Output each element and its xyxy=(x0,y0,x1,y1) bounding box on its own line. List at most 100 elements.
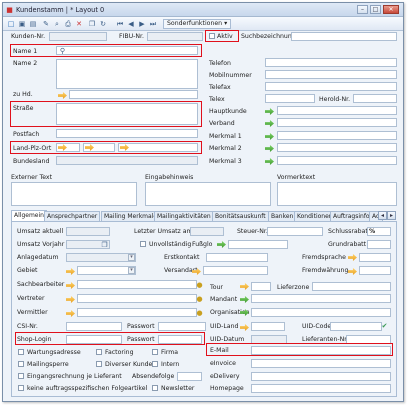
gebiet-dropdown[interactable]: ▾ xyxy=(128,267,135,274)
telex-field[interactable] xyxy=(265,94,315,103)
maximize-button[interactable]: □ xyxy=(370,5,381,14)
factoring-checkbox[interactable] xyxy=(96,349,102,355)
mandant-field[interactable] xyxy=(251,294,391,303)
uid-land-field[interactable] xyxy=(251,322,285,331)
kunden-nr-field[interactable] xyxy=(49,32,107,41)
verband-arrow-icon[interactable] xyxy=(265,120,274,127)
suchbezeichnung-field[interactable] xyxy=(291,32,397,41)
lieferzone-field[interactable] xyxy=(312,282,391,291)
diverser-kunde-checkbox[interactable] xyxy=(96,361,102,367)
mailingsperre-checkbox[interactable] xyxy=(18,361,24,367)
fussglo-arrow-icon[interactable] xyxy=(217,241,226,248)
refresh-icon[interactable]: ↻ xyxy=(98,19,108,29)
uid-code-field[interactable] xyxy=(330,322,382,331)
sachbearbeiter-field[interactable] xyxy=(77,280,197,289)
tab-scroll-left[interactable]: ◂ xyxy=(378,211,387,220)
lock-icon[interactable]: ● xyxy=(195,309,204,317)
close-button[interactable]: ✕ xyxy=(383,5,399,14)
vertreter-field[interactable] xyxy=(77,294,197,303)
tab-auftragsinfo[interactable]: Auftragsinfo xyxy=(330,211,373,221)
sachbearbeiter-arrow-icon[interactable] xyxy=(66,282,75,289)
fussglo-field[interactable] xyxy=(228,240,288,249)
bundesland-field[interactable] xyxy=(56,156,198,165)
vermittler-field[interactable] xyxy=(77,308,197,317)
tab-bonitaetsauskunft[interactable]: Bonitätsauskunft xyxy=(212,211,269,221)
telefax-field[interactable] xyxy=(265,82,397,91)
externer-text-area[interactable] xyxy=(11,182,137,206)
uid-land-arrow-icon[interactable] xyxy=(240,324,249,331)
versandart-field[interactable] xyxy=(203,266,268,275)
merkmal3-field[interactable] xyxy=(277,156,397,165)
tab-mailingaktivitaeten[interactable]: Mailingaktivitäten xyxy=(154,211,214,221)
merkmal2-arrow-icon[interactable] xyxy=(265,145,274,152)
eingabehinweis-area[interactable] xyxy=(145,182,271,206)
last-record-icon[interactable]: ⏭ xyxy=(148,19,158,29)
absendefolge-field[interactable] xyxy=(177,372,202,381)
einvoice-field[interactable] xyxy=(251,359,391,368)
fremdwaehrung-field[interactable] xyxy=(359,266,391,275)
merkmal1-arrow-icon[interactable] xyxy=(265,133,274,140)
lock-icon[interactable]: ● xyxy=(195,295,204,303)
prev-record-icon[interactable]: ◀ xyxy=(126,19,136,29)
zuhd-field[interactable] xyxy=(69,90,198,99)
vertreter-arrow-icon[interactable] xyxy=(66,296,75,303)
tab-ansprechpartner[interactable]: Ansprechpartner xyxy=(44,211,101,221)
special-functions-button[interactable]: Sonderfunktionen ▾ xyxy=(163,19,232,29)
edit-icon[interactable]: ✎ xyxy=(41,19,51,29)
edelivery-field[interactable] xyxy=(251,372,391,381)
newsletter-checkbox[interactable] xyxy=(152,385,158,391)
vormerktext-area[interactable] xyxy=(277,182,397,206)
anlagedatum-dropdown[interactable]: ▾ xyxy=(128,254,135,261)
hauptkunde-arrow-icon[interactable] xyxy=(265,108,274,115)
postfach-field[interactable] xyxy=(56,129,198,138)
search-icon[interactable]: ⌕ xyxy=(52,19,62,29)
herold-field[interactable] xyxy=(353,94,397,103)
fremdsprache-arrow-icon[interactable] xyxy=(348,254,357,261)
firma-checkbox[interactable] xyxy=(152,349,158,355)
eingangsrechnung-checkbox[interactable] xyxy=(18,373,24,379)
steuer-nr-field[interactable] xyxy=(267,227,323,236)
delete-icon[interactable]: ✕ xyxy=(74,19,84,29)
merkmal3-arrow-icon[interactable] xyxy=(265,158,274,165)
merkmal2-field[interactable] xyxy=(277,143,397,152)
copy-icon[interactable]: ❐ xyxy=(87,19,97,29)
telefon-field[interactable] xyxy=(265,58,397,67)
erstkontakt-field[interactable] xyxy=(206,253,268,262)
zuhd-arrow-icon[interactable] xyxy=(58,92,67,99)
first-record-icon[interactable]: ⏮ xyxy=(115,19,125,29)
tab-allgemein[interactable]: Allgemein xyxy=(11,210,47,221)
intern-checkbox[interactable] xyxy=(152,361,158,367)
check-icon[interactable]: ✔ xyxy=(380,322,389,330)
fibu-nr-field[interactable] xyxy=(147,32,203,41)
tour-field[interactable] xyxy=(251,282,271,291)
hauptkunde-field[interactable] xyxy=(277,106,397,115)
open-icon[interactable]: ▤ xyxy=(28,19,38,29)
next-record-icon[interactable]: ▶ xyxy=(137,19,147,29)
name2-field[interactable] xyxy=(56,59,198,89)
new-icon[interactable]: □ xyxy=(6,19,16,29)
grundrabatt-field[interactable] xyxy=(367,240,391,249)
lock-icon[interactable]: ● xyxy=(195,281,204,289)
mobil-field[interactable] xyxy=(265,70,397,79)
passwort1-field[interactable] xyxy=(158,322,206,331)
minimize-button[interactable]: – xyxy=(357,5,368,14)
umsatz-aktuell-field[interactable] xyxy=(66,227,110,236)
tab-mailing-merkmale[interactable]: Mailing Merkmale xyxy=(101,211,161,221)
tab-banken[interactable]: Banken xyxy=(268,211,297,221)
fremdsprache-field[interactable] xyxy=(359,253,391,262)
unvollstaendig-checkbox[interactable] xyxy=(140,241,146,247)
print-icon[interactable]: ⎙ xyxy=(63,19,73,29)
anlagedatum-field[interactable] xyxy=(66,253,136,262)
letzter-umsatz-field[interactable] xyxy=(190,227,224,236)
gebiet-arrow-icon[interactable] xyxy=(66,268,75,275)
wartungsadresse-checkbox[interactable] xyxy=(18,349,24,355)
homepage-field[interactable] xyxy=(251,384,391,393)
merkmal1-field[interactable] xyxy=(277,131,397,140)
save-icon[interactable]: ▣ xyxy=(17,19,27,29)
organisation-field[interactable] xyxy=(251,308,391,317)
mandant-arrow-icon[interactable] xyxy=(240,296,249,303)
fremdwaehrung-arrow-icon[interactable] xyxy=(348,268,357,275)
csi-nr-field[interactable] xyxy=(66,322,122,331)
copy-icon[interactable]: ❐ xyxy=(100,241,109,249)
vermittler-arrow-icon[interactable] xyxy=(66,310,75,317)
